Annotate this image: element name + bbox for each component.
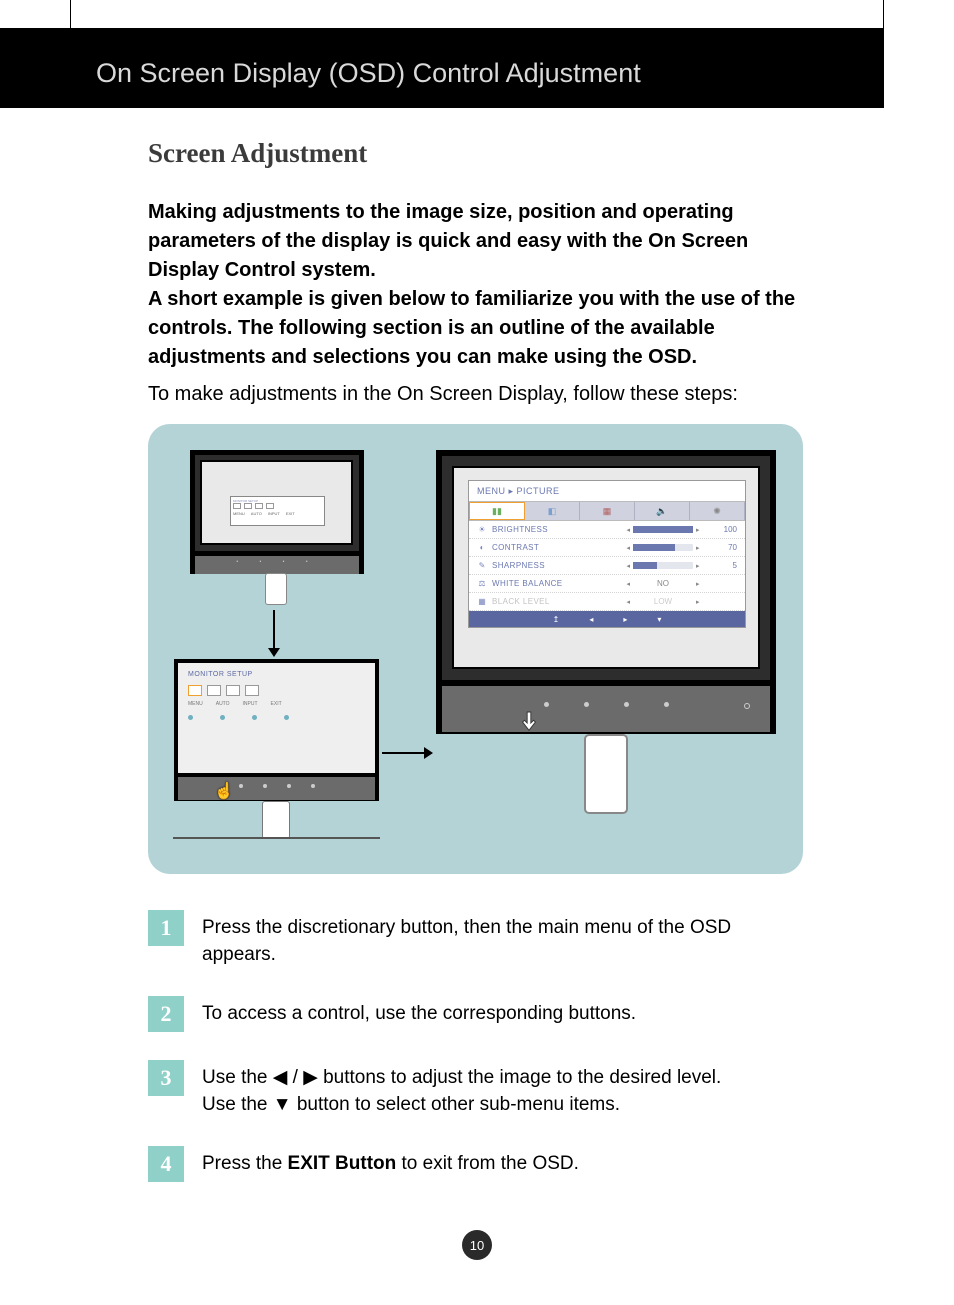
step-text: To access a control, use the correspondi… — [202, 996, 636, 1028]
osd-nav-left-icon: ◂ — [589, 615, 593, 624]
osd-tab-other-icon: ✺ — [690, 502, 745, 520]
step-3: 3 Use the ◀ / ▶ buttons to adjust the im… — [148, 1060, 808, 1118]
osd-label-auto: AUTO — [216, 701, 230, 707]
osd-breadcrumb: MENU ▸ PICTURE — [469, 481, 745, 501]
osd-label-input: INPUT — [243, 701, 258, 707]
power-icon — [744, 703, 750, 709]
hand-cursor-icon — [518, 710, 540, 736]
osd-label-menu: MENU — [188, 701, 203, 707]
osd-tab-display-icon: ▦ — [580, 502, 635, 520]
step-number: 3 — [148, 1060, 184, 1096]
step-number: 4 — [148, 1146, 184, 1182]
monitor-large: MENU ▸ PICTURE ▮▮ ◧ ▦ 🔈 ✺ ☀BRIGHTNESS◂▸1… — [436, 450, 776, 854]
step-number: 1 — [148, 910, 184, 946]
hand-cursor-icon: ☝ — [214, 781, 234, 801]
osd-row: ⚖WHITE BALANCE◂NO▸ — [469, 575, 745, 593]
osd-row: ✎SHARPNESS◂▸5 — [469, 557, 745, 575]
step-text: Use the ◀ / ▶ buttons to adjust the imag… — [202, 1060, 721, 1118]
osd-tab-color-icon: ◧ — [525, 502, 580, 520]
osd-nav-up-icon: ↥ — [553, 615, 560, 624]
arrow-right-icon — [382, 752, 426, 754]
osd-label-exit: EXIT — [271, 701, 282, 707]
down-arrow-icon: ▼ — [273, 1094, 292, 1115]
osd-picture-menu: MENU ▸ PICTURE ▮▮ ◧ ▦ 🔈 ✺ ☀BRIGHTNESS◂▸1… — [468, 480, 746, 628]
lead-line: To make adjustments in the On Screen Dis… — [148, 383, 738, 406]
page-number: 10 — [462, 1230, 492, 1260]
intro-paragraph: Making adjustments to the image size, po… — [148, 198, 803, 372]
page-crop-marks — [70, 0, 884, 28]
osd-nav-right-icon: ▸ — [623, 615, 627, 624]
steps-list: 1 Press the discretionary button, then t… — [148, 910, 808, 1210]
step-4: 4 Press the EXIT Button to exit from the… — [148, 1146, 808, 1182]
left-right-arrow-icon: ◀ / ▶ — [273, 1067, 318, 1088]
monitor-small: MONITOR SETUP MENU AUTO INPUT EXIT • • •… — [190, 450, 364, 605]
osd-row: ◐CONTRAST◂▸70 — [469, 539, 745, 557]
step-2: 2 To access a control, use the correspon… — [148, 996, 808, 1032]
header-title: On Screen Display (OSD) Control Adjustme… — [96, 58, 641, 89]
mini-osd: MONITOR SETUP MENU AUTO INPUT EXIT — [230, 496, 325, 526]
osd-tab-audio-icon: 🔈 — [635, 502, 690, 520]
step-text: Press the discretionary button, then the… — [202, 910, 808, 968]
osd-row: ▦BLACK LEVEL◂LOW▸ — [469, 593, 745, 611]
step-1: 1 Press the discretionary button, then t… — [148, 910, 808, 968]
monitor-medium: MONITOR SETUP MENU AUTO INPUT EXIT ☝ — [174, 659, 379, 855]
step-text: Press the EXIT Button to exit from the O… — [202, 1146, 579, 1178]
osd-setup-title: MONITOR SETUP — [188, 671, 253, 678]
arrow-down-icon — [273, 610, 275, 650]
section-title: Screen Adjustment — [148, 138, 367, 169]
osd-tab-picture-icon: ▮▮ — [469, 502, 525, 520]
illustration-panel: MONITOR SETUP MENU AUTO INPUT EXIT • • •… — [148, 424, 803, 874]
osd-row: ☀BRIGHTNESS◂▸100 — [469, 521, 745, 539]
step-number: 2 — [148, 996, 184, 1032]
osd-nav-down-icon: ▾ — [657, 615, 661, 624]
